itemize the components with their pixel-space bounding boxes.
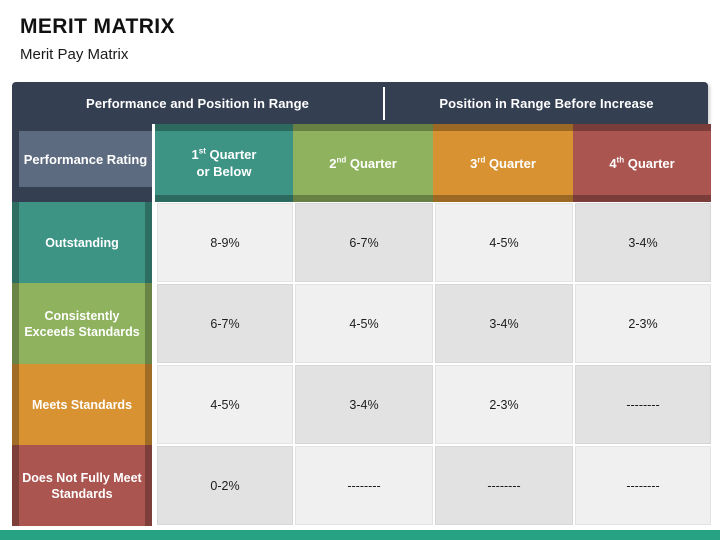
data-cell: -------- [574,364,712,445]
table-body: Outstanding 8-9% 6-7% 4-5% 3-4% Consistently … [12,202,712,526]
data-cell: -------- [434,445,574,526]
banner-label-position-before-increase: Position in Range Before Increase [439,95,654,111]
data-cell: 3-4% [434,283,574,364]
header-cell-performance-rating: Performance Rating [12,124,152,202]
row-label-2: Consistently Exceeds Standards [12,283,152,364]
data-cell: -------- [294,445,434,526]
data-cell: 4-5% [434,202,574,283]
row-label-4: Does Not Fully Meet Standards [12,445,152,526]
row-label-1: Outstanding [12,202,152,283]
header-cell-quarter-3-label: 3rd Quarter [470,155,536,171]
table-header-row: Performance Rating 1st Quarter or Below 2nd… [12,124,711,202]
header-cell-quarter-3: 3rd Quarter [433,124,573,202]
header-cell-quarter-4-label: 4th Quarter [609,155,675,171]
banner-label-performance-position: Performance and Position in Range [86,95,309,111]
data-cell: 0-2% [156,445,294,526]
header-cell-quarter-1: 1st Quarter or Below [155,124,293,202]
header-cell-quarter-4: 4th Quarter [573,124,711,202]
data-cell: 4-5% [156,364,294,445]
data-cell: 6-7% [294,202,434,283]
header-cell-performance-rating-label: Performance Rating [19,131,152,187]
title-block: MERIT MATRIX Merit Pay Matrix [20,14,520,65]
data-cell: 8-9% [156,202,294,283]
header-cell-quarter-2-label: 2nd Quarter [329,155,397,171]
bottom-accent-bar [0,530,720,540]
table-row: Does Not Fully Meet Standards 0-2% -------… [12,445,712,526]
page-subtitle: Merit Pay Matrix [20,46,129,63]
table-row: Outstanding 8-9% 6-7% 4-5% 3-4% [12,202,712,283]
header-cell-quarter-1-label: 1st Quarter or Below [191,146,257,179]
header-banner: Performance and Position in Range Positi… [12,82,708,124]
data-cell: 3-4% [294,364,434,445]
data-cell: 2-3% [574,283,712,364]
data-cell: -------- [574,445,712,526]
data-cell: 4-5% [294,283,434,364]
page-title: MERIT MATRIX [20,15,175,38]
data-cell: 2-3% [434,364,574,445]
table-row: Meets Standards 4-5% 3-4% 2-3% -------- [12,364,712,445]
merit-matrix-table: Performance Rating 1st Quarter or Below 2nd… [12,124,712,526]
data-cell: 6-7% [156,283,294,364]
header-cell-quarter-2: 2nd Quarter [293,124,433,202]
row-label-3: Meets Standards [12,364,152,445]
table-row: Consistently Exceeds Standards 6-7% 4-5% 3-… [12,283,712,364]
data-cell: 3-4% [574,202,712,283]
